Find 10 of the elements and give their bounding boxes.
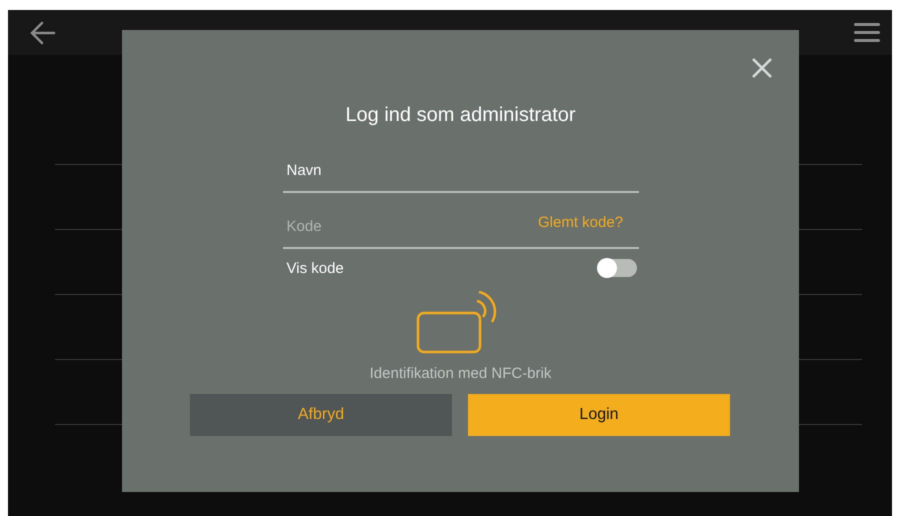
login-button[interactable]: Login [468, 394, 730, 436]
show-password-label: Vis kode [286, 260, 344, 276]
show-password-toggle[interactable] [598, 259, 636, 277]
nfc-caption: Identifikation med NFC-brik [370, 365, 552, 382]
menu-icon[interactable] [854, 22, 880, 44]
close-icon[interactable] [751, 57, 773, 79]
back-arrow-icon[interactable] [30, 20, 56, 44]
cancel-button[interactable]: Afbryd [190, 394, 452, 436]
name-field[interactable]: Navn [282, 149, 638, 193]
dialog-title: Log ind som administrator [344, 104, 577, 127]
